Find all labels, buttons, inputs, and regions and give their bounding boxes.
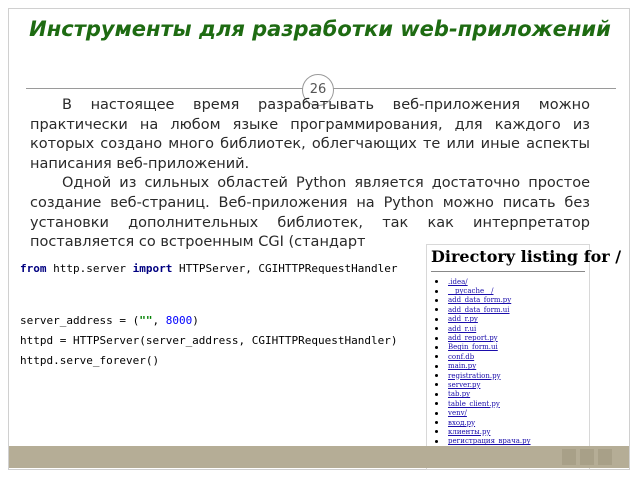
bullet-icon [435,421,438,425]
code-line-3: httpd = HTTPServer(server_address, CGIHT… [20,334,398,347]
bullet-icon [435,345,438,349]
bullet-icon [435,355,438,359]
directory-file-link[interactable]: add_data_form.py [448,296,511,304]
bullet-icon [435,374,438,378]
directory-list-item: conf.db [435,352,531,361]
footer-tile [580,449,594,465]
code-line-4: httpd.serve_forever() [20,354,160,367]
bullet-icon [435,317,438,321]
code-keyword-import: import [132,262,173,275]
slide-footer-bar [9,446,629,468]
directory-list-item: registration.py [435,371,531,380]
code-keyword-from: from [20,262,47,275]
directory-file-list: .idea/__pycache__/add_data_form.py add_da… [435,277,531,455]
code-close-paren: ) [192,314,199,327]
code-snippet: from http.server import HTTPServer, CGIH… [14,252,420,448]
code-assign: server_address = ( [20,314,140,327]
bullet-icon [435,289,438,293]
directory-list-item: tab.py [435,390,531,399]
bullet-icon [435,298,438,302]
directory-file-link[interactable]: conf.db [448,353,474,361]
directory-file-link[interactable]: вход.py [448,419,475,427]
directory-list-item: регистрация_врача.py [435,437,531,446]
directory-list-item: add_r.ui [435,324,531,333]
directory-list-item: add_data_form.py [435,296,531,305]
directory-file-link[interactable]: .idea/ [448,278,468,286]
bullet-icon [435,439,438,443]
footer-tile [598,449,612,465]
directory-file-link[interactable]: Begin_form.ui [448,343,498,351]
bullet-icon [435,402,438,406]
directory-list-item: venv/ [435,408,531,417]
directory-file-link[interactable]: клиенты.py [448,428,490,436]
directory-file-link[interactable]: registration.py [448,372,501,380]
bullet-icon [435,430,438,434]
directory-list-item: Begin_form.ui [435,343,531,352]
bullet-icon [435,392,438,396]
code-module: http.server [46,262,133,275]
directory-list-item: вход.py [435,418,531,427]
code-line-1: from http.server import HTTPServer, CGIH… [20,262,398,275]
slide-title: Инструменты для разработки web-приложени… [0,16,640,42]
directory-listing-rule [431,271,585,272]
bullet-icon [435,411,438,415]
directory-file-link[interactable]: tab.py [448,390,470,398]
directory-list-item: add_r.py [435,315,531,324]
directory-listing-screenshot: Directory listing for / .idea/__pycache_… [426,244,621,470]
directory-listing-title: Directory listing for / [431,247,622,266]
directory-file-link[interactable]: регистрация_врача.py [448,437,531,445]
slide-title-text: Инструменты для разработки web-приложени… [29,17,611,41]
code-imports: HTTPServer, CGIHTTPRequestHandler [172,262,398,275]
directory-file-link[interactable]: main.py [448,362,476,370]
directory-file-link[interactable]: add_data_form.ui [448,306,510,314]
directory-list-item: add_report.py [435,333,531,342]
directory-list-item: .idea/ [435,277,531,286]
paragraph-2: Одной из сильных областей Python являетс… [30,175,590,251]
directory-file-link[interactable]: table_client.py [448,400,500,408]
directory-file-link[interactable]: server.py [448,381,480,389]
directory-file-link[interactable]: add_report.py [448,334,498,342]
bullet-icon [435,364,438,368]
directory-list-item: table_client.py [435,399,531,408]
bullet-icon [435,383,438,387]
directory-list-item: клиенты.py [435,427,531,436]
directory-file-link[interactable]: add_r.ui [448,325,476,333]
directory-list-item: __pycache__/ [435,286,531,295]
directory-file-link[interactable]: add_r.py [448,315,478,323]
bullet-icon [435,280,438,284]
paragraph-1: В настоящее время разрабатывать веб-прил… [30,97,590,172]
directory-file-link[interactable]: __pycache__/ [448,287,493,295]
footer-tile [562,449,576,465]
bullet-icon [435,336,438,340]
bullet-icon [435,308,438,312]
directory-list-item: server.py [435,380,531,389]
directory-file-link[interactable]: venv/ [448,409,467,417]
bullet-icon [435,327,438,331]
slide-body: В настоящее время разрабатывать веб-прил… [30,96,590,253]
code-sep: , [152,314,166,327]
code-string: "" [139,314,153,327]
code-port-number: 8000 [165,314,193,327]
code-line-2: server_address = ("", 8000) [20,314,199,327]
directory-list-item: add_data_form.ui [435,305,531,314]
directory-list-item: main.py [435,362,531,371]
